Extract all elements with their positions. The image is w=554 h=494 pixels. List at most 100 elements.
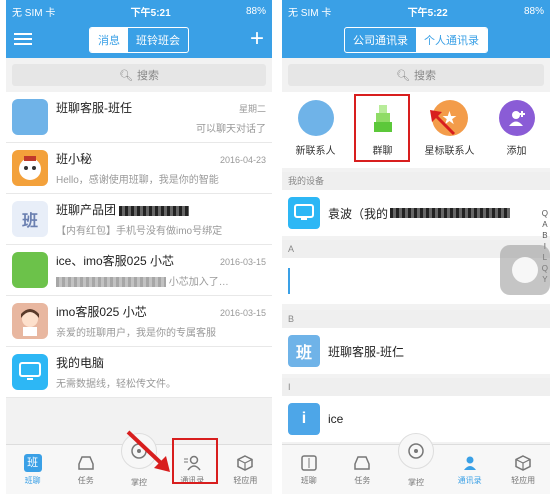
chat-date: 2016-03-15 — [219, 308, 266, 318]
avatar — [12, 252, 48, 288]
nav-bar: 公司通讯录 个人通讯录 — [282, 22, 550, 58]
tab-tasks[interactable]: 任务 — [336, 445, 390, 494]
chat-preview: 亲爱的班聊用户，我是你的专属客服 — [56, 328, 216, 339]
computer-icon — [19, 362, 41, 380]
tab-label: 轻应用 — [511, 475, 536, 485]
index-letter[interactable]: Q — [542, 208, 548, 219]
chat-date: 2016-03-15 — [219, 257, 266, 267]
menu-icon[interactable] — [14, 30, 32, 48]
contact-name: 班聊客服-班仁 — [328, 344, 404, 359]
avatar: 班 — [12, 201, 48, 237]
quick-label: 星标联系人 — [424, 146, 475, 157]
chat-preview: Hello，感谢使用班聊，我是你的智能 — [56, 175, 219, 186]
chat-name: 班聊产品团 — [56, 201, 190, 218]
arrow-icon — [126, 430, 170, 472]
cube-icon — [237, 454, 254, 471]
chat-name: 班小秘 — [56, 152, 93, 166]
tab-company-contacts[interactable]: 公司通讯录 — [345, 28, 416, 52]
list-item — [288, 268, 290, 294]
status-bar: 无 SIM 卡 下午5:21 88% — [6, 0, 272, 22]
robot-avatar-icon — [19, 156, 41, 180]
quick-label: 新联系人 — [295, 146, 336, 157]
carrier-text: 无 SIM 卡 — [12, 7, 56, 19]
chat-item[interactable]: 班小秘 2016-04-23 Hello，感谢使用班聊，我是你的智能 — [6, 143, 272, 194]
avatar: i — [288, 403, 320, 435]
inbox-icon — [354, 455, 371, 470]
status-time: 下午5:22 — [407, 7, 448, 19]
add-person-icon — [498, 100, 535, 136]
index-letter[interactable]: A — [542, 219, 548, 230]
add-contact-button[interactable]: 添加 — [487, 100, 547, 157]
messages-screen: 无 SIM 卡 下午5:21 88% 消息 班铃班会 + 🔍︎ 搜索 班聊客服-… — [6, 0, 272, 494]
contacts-screen: 无 SIM 卡 下午5:22 88% 公司通讯录 个人通讯录 🔍︎ 搜索 新联系… — [282, 0, 550, 494]
contact-name: ice — [328, 412, 344, 426]
carrier-text: 无 SIM 卡 — [288, 7, 332, 19]
tab-banliao[interactable]: 班 班聊 — [6, 445, 59, 494]
search-input[interactable]: 🔍︎ 搜索 — [288, 64, 544, 86]
chat-name: 我的电脑 — [56, 356, 105, 370]
contact-name: 袁波（我的 — [328, 206, 389, 221]
arrow-icon — [430, 110, 456, 136]
chat-preview: 小芯加入了… — [56, 273, 266, 288]
contact-row-device[interactable]: 袁波（我的 — [282, 190, 550, 236]
banliao-icon: 班 — [23, 453, 42, 472]
chat-item[interactable]: 班聊客服-班任 星期二 可以聊天对话了 — [6, 92, 272, 143]
tab-label: 掌控 — [131, 478, 147, 487]
search-icon: 🔍︎ — [119, 69, 133, 82]
chat-item[interactable]: ice、imo客服025 小芯 2016-03-15 小芯加入了… — [6, 245, 272, 296]
chat-item[interactable]: 我的电脑 无需数据线，轻松传文件。 — [6, 347, 272, 398]
redacted-block — [390, 208, 511, 218]
new-contacts-button[interactable]: 新联系人 — [286, 100, 346, 157]
cube-icon — [515, 454, 531, 471]
index-letter[interactable]: B — [542, 230, 548, 241]
section-header-i: I — [282, 378, 550, 396]
chat-date: 2016-04-23 — [219, 155, 266, 165]
tab-label: 班聊 — [300, 475, 317, 485]
chat-item[interactable]: 班 班聊产品团 【内有红包】手机号没有做imo号绑定 — [6, 194, 272, 245]
status-time: 下午5:21 — [130, 7, 171, 19]
search-icon: 🔍︎ — [396, 69, 410, 82]
avatar — [12, 354, 48, 390]
tab-class-bell[interactable]: 班铃班会 — [128, 28, 188, 52]
section-header-devices: 我的设备 — [282, 172, 550, 190]
avatar: 班 — [288, 335, 320, 367]
tab-tasks[interactable]: 任务 — [59, 445, 112, 494]
chat-item[interactable]: imo客服025 小芯 2016-03-15 亲爱的班聊用户，我是你的专属客服 — [6, 296, 272, 347]
battery-text: 88% — [245, 5, 266, 17]
tab-messages[interactable]: 消息 — [90, 28, 128, 52]
battery-text: 88% — [523, 5, 544, 17]
chat-date: 星期二 — [238, 104, 266, 114]
chat-name: ice、imo客服025 小芯 — [56, 254, 175, 268]
redacted-block — [56, 277, 166, 288]
tab-label: 通讯录 — [457, 475, 482, 485]
tab-contacts[interactable]: 通讯录 — [443, 445, 497, 494]
tab-label: 班聊 — [24, 475, 41, 485]
tab-personal-contacts[interactable]: 个人通讯录 — [416, 28, 487, 52]
search-placeholder: 搜索 — [413, 70, 436, 82]
chat-preview: 【内有红包】手机号没有做imo号绑定 — [56, 226, 223, 237]
computer-icon — [288, 197, 320, 229]
tab-control[interactable]: 掌控 — [389, 433, 443, 494]
quick-label: 添加 — [506, 146, 527, 157]
contact-row-banliao[interactable]: 班 班聊客服-班仁 — [282, 328, 550, 374]
chat-list: 班聊客服-班任 星期二 可以聊天对话了 班小秘 2016-04-23 Hello… — [6, 92, 272, 398]
add-icon[interactable]: + — [250, 24, 264, 54]
tab-label: 任务 — [77, 475, 94, 485]
inbox-icon — [78, 455, 94, 470]
tab-light-apps[interactable]: 轻应用 — [496, 445, 550, 494]
chat-preview: 可以聊天对话了 — [196, 124, 266, 135]
assistive-touch-button[interactable] — [500, 245, 550, 295]
tab-label: 轻应用 — [233, 475, 258, 485]
nav-bar: 消息 班铃班会 + — [6, 22, 272, 58]
status-bar: 无 SIM 卡 下午5:22 88% — [282, 0, 550, 22]
search-placeholder: 搜索 — [136, 70, 159, 82]
tab-light-apps[interactable]: 轻应用 — [219, 445, 272, 494]
new-contact-icon — [297, 100, 334, 136]
tab-banliao[interactable]: 班聊 — [282, 445, 336, 494]
avatar — [12, 303, 48, 339]
bottom-tab-bar: 班聊 任务 掌控 通讯录 轻应用 — [282, 433, 550, 494]
search-input[interactable]: 🔍︎ 搜索 — [12, 64, 266, 86]
avatar — [12, 99, 48, 135]
redacted-block — [119, 205, 190, 216]
top-segment-control: 消息 班铃班会 — [89, 27, 189, 53]
